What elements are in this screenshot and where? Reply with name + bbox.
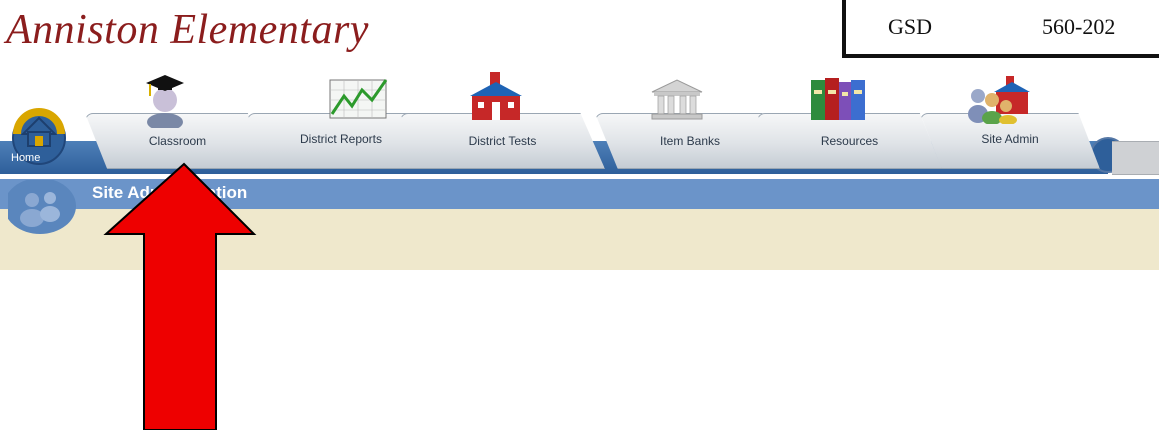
graduate-icon — [146, 75, 184, 128]
code-label: GSD — [888, 14, 933, 39]
home-label: Home — [11, 152, 41, 164]
nav-bar-tail — [1112, 141, 1159, 175]
code-value: 560-202 — [1042, 14, 1116, 39]
tab-resources-label: Resources — [820, 134, 879, 148]
chart-icon — [329, 79, 388, 119]
red-arrow-annotation — [103, 162, 257, 430]
tab-classroom-label: Classroom — [148, 134, 207, 148]
tab-district-tests-label: District Tests — [468, 134, 537, 148]
site-admin-badge-icon — [8, 180, 76, 234]
school-title: Anniston Elementary — [6, 7, 369, 53]
bank-icon — [651, 79, 703, 120]
schoolhouse-icon — [470, 72, 522, 120]
people-school-icon — [968, 76, 1030, 124]
books-icon — [811, 78, 865, 120]
code-box: GSD 560-202 — [842, 0, 1159, 58]
tab-site-admin-label: Site Admin — [981, 132, 1039, 146]
